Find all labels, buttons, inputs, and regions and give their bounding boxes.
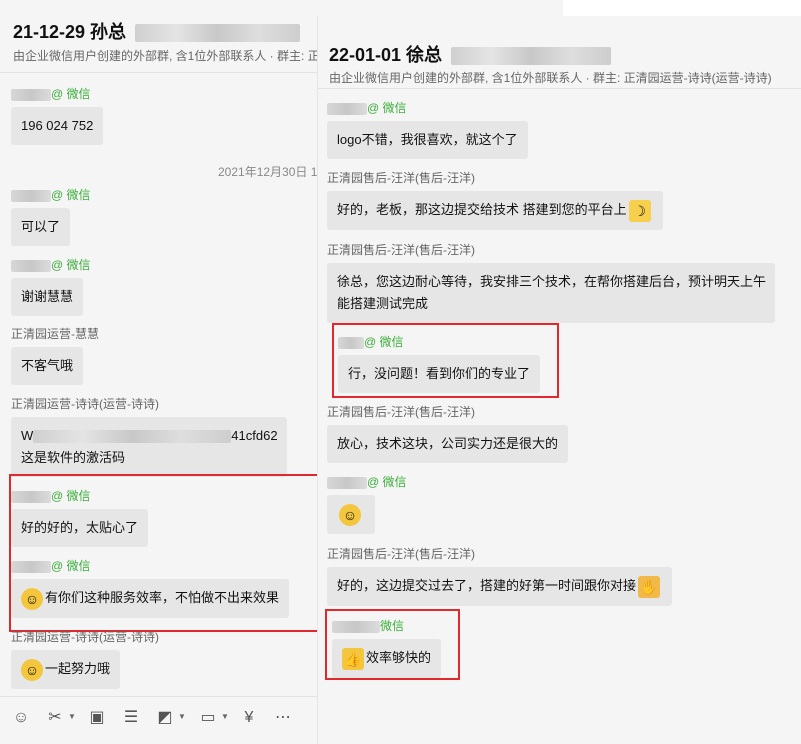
message: 正清园售后-汪洋(售后-汪洋) 好的，这边提交过去了，搭建的好第一时间跟你对接 ✋ xyxy=(327,546,673,606)
redacted-sender xyxy=(327,102,367,115)
message-bubble[interactable]: 196 024 752 xyxy=(11,107,104,145)
message: @ 微信 可以了 xyxy=(11,187,91,246)
message-bubble[interactable]: 👍 效率够快的 xyxy=(332,639,442,678)
message: @ 微信 谢谢慧慧 xyxy=(11,257,91,316)
message-sender: 正清园运营-诗诗(运营-诗诗) xyxy=(11,397,159,411)
left-chat-title: 21-12-29 孙总 xyxy=(13,18,301,44)
right-chat-window: 22-01-01 徐总 由企业微信用户创建的外部群, 含1位外部联系人 · 群主… xyxy=(317,16,801,744)
redacted-sender xyxy=(327,476,367,489)
redacted-sender xyxy=(11,189,51,202)
document-icon[interactable]: ☰ xyxy=(120,707,142,729)
message-bubble[interactable]: logo不错，我很喜欢，就这个了 xyxy=(327,121,528,159)
redacted-code xyxy=(33,430,232,444)
thumbs-up-emoji-icon: 👍 xyxy=(342,647,364,670)
message: 正清园售后-汪洋(售后-汪洋) 徐总，您这边耐心等待，我安排三个技术，在帮你搭建… xyxy=(327,242,775,323)
activation-code-note: 这是软件的激活码 xyxy=(21,450,126,465)
message: @ 微信 logo不错，我很喜欢，就这个了 xyxy=(327,100,528,159)
bubble-line: 徐总，您这边耐心等待，我安排三个技术，在帮你搭建后台，预计明天上午 xyxy=(337,274,767,289)
redacted-sender xyxy=(11,88,51,101)
message: @ 微信 行，没问题！看到你们的专业了 xyxy=(338,334,541,393)
message-sender: 微信 xyxy=(332,618,441,634)
thinking-emoji-icon: ☺ xyxy=(339,503,361,526)
message-bubble[interactable]: ☺ 一起努力哦 xyxy=(11,650,121,689)
message-bubble[interactable]: ☺ 有你们这种服务效率，不怕做不出来效果 xyxy=(11,579,290,618)
message-bubble[interactable]: 放心，技术这块，公司实力还是很大的 xyxy=(327,425,569,463)
message-bubble[interactable]: 好的好的，太贴心了 xyxy=(11,509,149,547)
message: 正清园运营-诗诗(运营-诗诗) ☺ 一起努力哦 xyxy=(11,629,159,689)
message: @ 微信 ☺ 有你们这种服务效率，不怕做不出来效果 xyxy=(11,558,290,618)
message: @ 微信 ☺ xyxy=(327,474,407,534)
message: 正清园售后-汪洋(售后-汪洋) 放心，技术这块，公司实力还是很大的 xyxy=(327,404,569,463)
redacted-sender xyxy=(11,560,51,573)
handshake-emoji-icon: ✋ xyxy=(638,575,661,598)
chevron-down-icon[interactable]: ▼ xyxy=(221,712,229,721)
folder-icon[interactable]: ▭ xyxy=(197,707,219,729)
message: @ 微信 196 024 752 xyxy=(11,86,104,145)
message-sender: 正清园售后-汪洋(售后-汪洋) xyxy=(327,171,475,185)
message-sender: @ 微信 xyxy=(11,86,103,102)
message: 微信 👍 效率够快的 xyxy=(332,618,442,678)
redacted-sender xyxy=(338,336,364,349)
message-sender: @ 微信 xyxy=(11,558,289,574)
right-chat-subtitle: 由企业微信用户创建的外部群, 含1位外部联系人 · 群主: 正清园运营-诗诗(运… xyxy=(329,71,772,85)
message-sender: @ 微信 xyxy=(327,100,528,116)
redacted-sender xyxy=(332,620,380,633)
message-sender: @ 微信 xyxy=(327,474,407,490)
scissors-icon[interactable]: ✂ xyxy=(44,707,66,729)
message-sender: @ 微信 xyxy=(338,334,540,350)
redacted-name xyxy=(451,47,612,66)
message-bubble[interactable]: W 41cfd62 这是软件的激活码 xyxy=(11,417,287,477)
redacted-name xyxy=(135,24,301,43)
right-chat-header: 22-01-01 徐总 由企业微信用户创建的外部群, 含1位外部联系人 · 群主… xyxy=(318,16,801,89)
message-sender: 正清园售后-汪洋(售后-汪洋) xyxy=(327,405,475,419)
image-icon[interactable]: ▣ xyxy=(86,707,108,729)
message: 正清园售后-汪洋(售后-汪洋) 好的，老板，那这边提交给技术 搭建到您的平台上 ☽ xyxy=(327,170,663,230)
bubble-line: 能搭建测试完成 xyxy=(337,296,429,311)
message-sender: 正清园运营-诗诗(运营-诗诗) xyxy=(11,630,159,644)
more-icon[interactable]: ⋯ xyxy=(272,707,294,729)
message-bubble[interactable]: 行，没问题！看到你们的专业了 xyxy=(338,355,541,393)
message-sender: @ 微信 xyxy=(11,488,148,504)
message-bubble[interactable]: 谢谢慧慧 xyxy=(11,278,84,316)
date-separator: 2021年12月30日 1 xyxy=(218,165,318,179)
left-chat-subtitle: 由企业微信用户创建的外部群, 含1位外部联系人 · 群主: 正 xyxy=(13,49,320,63)
message: 正清园运营-诗诗(运营-诗诗) W 41cfd62 这是软件的激活码 xyxy=(11,396,287,477)
smirk-emoji-icon: ☺ xyxy=(21,587,43,610)
message-sender: @ 微信 xyxy=(11,257,91,273)
message-sender: 正清园售后-汪洋(售后-汪洋) xyxy=(327,547,475,561)
message-sender: 正清园售后-汪洋(售后-汪洋) xyxy=(327,243,475,257)
chevron-down-icon[interactable]: ▼ xyxy=(68,712,76,721)
message-bubble[interactable]: 可以了 xyxy=(11,208,71,246)
message-sender: 正清园运营-慧慧 xyxy=(11,327,99,341)
screenshot-icon[interactable]: ◩ xyxy=(154,707,176,729)
emoji-icon[interactable]: ☺ xyxy=(10,707,32,729)
redacted-sender xyxy=(11,490,51,503)
banana-emoji-icon: ☽ xyxy=(628,199,651,222)
smile-emoji-icon: ☺ xyxy=(21,658,43,681)
message-bubble[interactable]: ☺ xyxy=(327,495,375,534)
activation-code-line: W 41cfd62 xyxy=(21,428,278,444)
message-bubble[interactable]: 好的，老板，那这边提交给技术 搭建到您的平台上 ☽ xyxy=(327,191,663,230)
message: @ 微信 好的好的，太贴心了 xyxy=(11,488,149,547)
transfer-icon[interactable]: ¥ xyxy=(238,707,260,729)
message: 正清园运营-慧慧 不客气哦 xyxy=(11,326,99,385)
right-chat-title: 22-01-01 徐总 xyxy=(329,41,612,67)
message-bubble[interactable]: 好的，这边提交过去了，搭建的好第一时间跟你对接 ✋ xyxy=(327,567,673,606)
chevron-down-icon[interactable]: ▼ xyxy=(178,712,186,721)
message-bubble[interactable]: 徐总，您这边耐心等待，我安排三个技术，在帮你搭建后台，预计明天上午 能搭建测试完… xyxy=(327,263,775,323)
redacted-sender xyxy=(11,259,51,272)
message-bubble[interactable]: 不客气哦 xyxy=(11,347,84,385)
message-sender: @ 微信 xyxy=(11,187,91,203)
